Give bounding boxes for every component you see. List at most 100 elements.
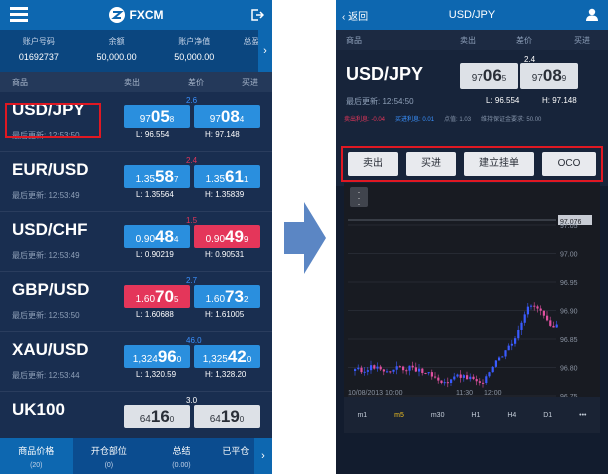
candle — [402, 366, 405, 371]
spread: 2.6 — [186, 96, 198, 105]
back-button[interactable]: ‹ 返回 — [342, 8, 368, 23]
symbol: USD/CHF — [12, 220, 88, 239]
timeframe-5[interactable]: D1 — [543, 412, 552, 419]
last-update: 最后更新: 12:54:50 — [346, 97, 414, 106]
candle — [366, 370, 369, 372]
tab-summary[interactable]: 总结 (0.00) — [145, 438, 218, 474]
buy-big: 0.90 — [205, 234, 226, 245]
price-chart[interactable]: · · · 97.076 97.05 97.00 96.95 96.90 96.85 96.80… — [344, 183, 600, 433]
chevron-right-icon[interactable]: › — [258, 30, 272, 72]
buy-big: 97 — [531, 73, 543, 84]
candle — [386, 371, 389, 373]
candle — [520, 322, 523, 330]
back-label: 返回 — [348, 12, 369, 23]
candle — [542, 310, 545, 316]
sell-quote[interactable]: 97 05 8 — [124, 105, 190, 128]
last-update: 最后更新: 12:53:49 — [12, 251, 80, 260]
candle — [354, 369, 357, 371]
tab-closed[interactable]: 已平仓 — [218, 438, 254, 474]
buy-interest: 买进利息: 0.01 — [395, 117, 435, 123]
tab-prices[interactable]: 商品价格 (20) — [0, 438, 73, 474]
rollover-info: 卖出利息: -0.04 买进利息: 0.01 点值: 1.03 维持保证金要求:… — [344, 114, 604, 123]
place-order-button[interactable]: 建立挂单 — [464, 152, 534, 176]
candle — [376, 366, 379, 369]
tab-summary-label: 总结 — [172, 446, 191, 456]
quote-row[interactable]: GBP/USD 2.7 1.60 70 5 1.60 73 2 最后更新: 12:53:… — [0, 272, 272, 332]
balance: 余额 50,000.00 — [78, 30, 156, 72]
price-label: 97.05 — [560, 223, 578, 230]
buy-quote[interactable]: 64 19 0 — [194, 405, 260, 428]
candle — [392, 369, 395, 372]
sell-pips: 58 — [155, 167, 174, 186]
quote-row[interactable]: XAU/USD 46.0 1,324 96 0 1,325 42 0 最后更新: 12:… — [0, 332, 272, 392]
sell-quote[interactable]: 1.60 70 5 — [124, 285, 190, 308]
high-price: H: 97.148 — [542, 96, 577, 105]
sell-quote[interactable]: 1.35 58 7 — [124, 165, 190, 188]
candle — [485, 376, 488, 383]
buy-big: 1,325 — [202, 354, 228, 365]
sell-big: 97 — [139, 114, 151, 125]
sell-quote[interactable]: 0.90 48 4 — [124, 225, 190, 248]
candle — [363, 371, 366, 373]
sell-quote[interactable]: 1,324 96 0 — [124, 345, 190, 368]
sell-quote[interactable]: 64 16 0 — [124, 405, 190, 428]
timeframe-1[interactable]: m5 — [394, 412, 404, 419]
sell-button[interactable]: 卖出 — [348, 152, 398, 176]
buy-quote[interactable]: 1.35 61 1 — [194, 165, 260, 188]
sell-interest: 卖出利息: -0.04 — [344, 117, 386, 123]
sell-big: 1.35 — [135, 174, 156, 185]
timeframe-3[interactable]: H1 — [471, 412, 480, 419]
spread: 46.0 — [186, 336, 202, 345]
tab-prices-label: 商品价格 — [18, 446, 55, 456]
buy-pips: 19 — [220, 407, 240, 426]
candle — [427, 372, 430, 374]
right-phone: ‹ 返回 USD/JPY 商品 卖出 差价 买进 USD/JPY 2.4 97 0… — [336, 0, 608, 474]
col-sell: 卖出 — [124, 77, 140, 87]
buy-quote[interactable]: 97 08 4 — [194, 105, 260, 128]
last-update: 最后更新: 12:53:44 — [12, 371, 80, 380]
user-icon[interactable] — [586, 8, 598, 21]
tab-positions[interactable]: 开仓部位 (0) — [73, 438, 146, 474]
sell-big: 97 — [471, 73, 483, 84]
candle — [398, 366, 401, 368]
equity-value: 50,000.00 — [174, 52, 215, 62]
sell-quote[interactable]: 97 06 5 — [460, 63, 518, 89]
spread: 3.0 — [186, 396, 198, 405]
instrument-detail: USD/JPY 2.4 97 06 5 97 08 9 最后更新: 12:54:50 L… — [336, 50, 608, 144]
buy-frac: 1 — [243, 175, 249, 184]
candle — [539, 308, 542, 311]
left-phone: FXCM 账户号码 01692737 余额 50,000.00 账户净值 50,000… — [0, 0, 272, 474]
candle — [517, 329, 520, 339]
table-header: 商品 卖出 差价 买进 — [0, 72, 272, 92]
equity-label: 账户净值 — [178, 37, 211, 46]
timeframe-0[interactable]: m1 — [357, 412, 367, 419]
quote-row[interactable]: EUR/USD 2.4 1.35 58 7 1.35 61 1 最后更新: 12:53:… — [0, 152, 272, 212]
oco-button[interactable]: OCO — [542, 152, 596, 176]
menu-icon[interactable] — [10, 7, 28, 23]
timeframe-4[interactable]: H4 — [507, 412, 516, 419]
buy-quote[interactable]: 1.60 73 2 — [194, 285, 260, 308]
candle — [434, 376, 437, 378]
buy-quote[interactable]: 97 08 9 — [520, 63, 578, 89]
timeframe-2[interactable]: m30 — [431, 412, 445, 419]
candle — [501, 356, 504, 358]
chevron-right-icon[interactable]: › — [254, 438, 272, 474]
buy-quote[interactable]: 1,325 42 0 — [194, 345, 260, 368]
sell-pips: 70 — [155, 287, 174, 306]
account-number: 账户号码 01692737 — [0, 30, 78, 72]
timeframe-6[interactable]: ••• — [579, 412, 586, 419]
highlight-box — [5, 103, 101, 138]
candle — [510, 343, 513, 346]
col-symbol: 商品 — [12, 77, 28, 87]
buy-button[interactable]: 买进 — [406, 152, 456, 176]
logout-icon[interactable] — [250, 8, 264, 22]
sell-big: 64 — [139, 414, 151, 425]
buy-quote[interactable]: 0.90 49 9 — [194, 225, 260, 248]
low-price: L: 0.90219 — [136, 250, 174, 259]
quote-list: USD/JPY 2.6 97 05 8 97 08 4 最后更新: 12:53:50 L… — [0, 92, 272, 452]
last-update: 最后更新: 12:53:49 — [12, 191, 80, 200]
quote-row[interactable]: USD/CHF 1.5 0.90 48 4 0.90 49 9 最后更新: 12:53:… — [0, 212, 272, 272]
sell-frac: 0 — [169, 415, 175, 424]
candle — [478, 381, 481, 383]
price-label: 96.95 — [560, 280, 578, 287]
